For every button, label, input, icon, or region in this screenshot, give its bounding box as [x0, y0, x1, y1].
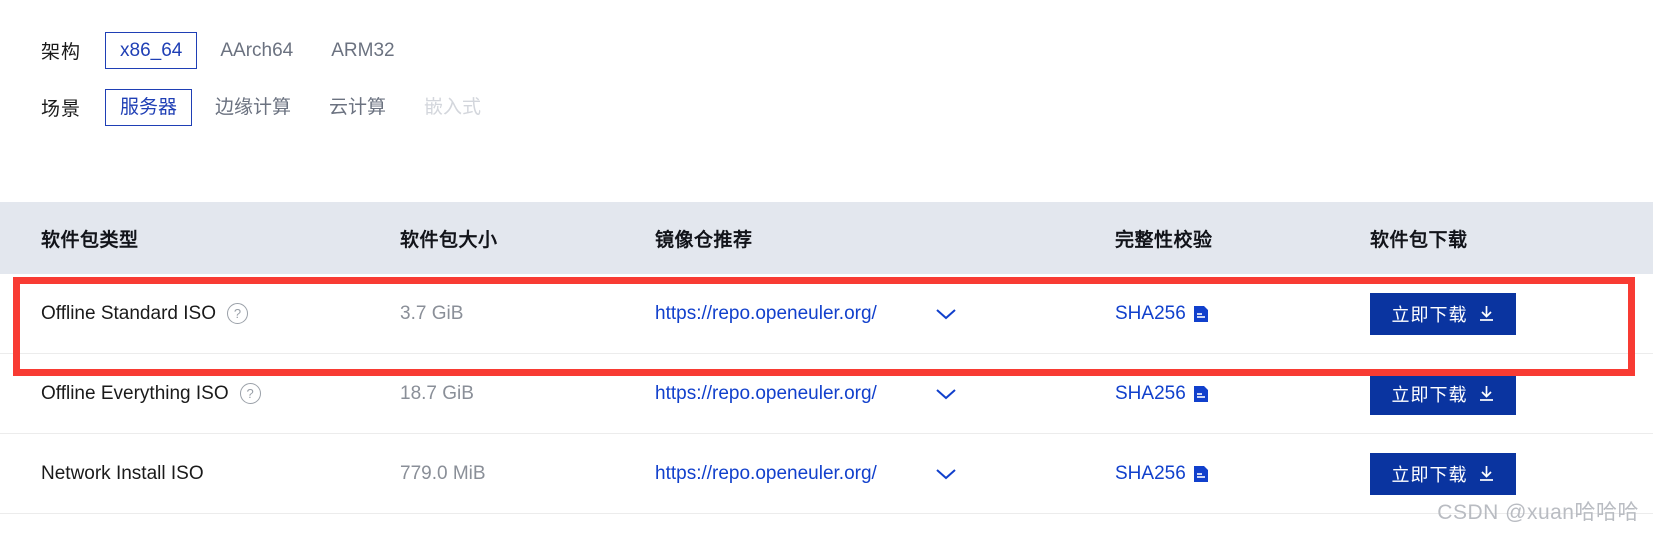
cell-package-size: 3.7 GiB: [400, 302, 464, 324]
column-header-package-size: 软件包大小: [400, 229, 498, 251]
cell-mirror-repo: https://repo.openeuler.org/: [655, 383, 1115, 405]
filter-option-server[interactable]: 服务器: [105, 88, 193, 127]
download-button-label: 立即下载: [1391, 304, 1468, 325]
chevron-down-icon[interactable]: [935, 307, 957, 321]
table-header-row: 软件包类型 软件包大小 镜像仓推荐 完整性校验 软件包下载: [0, 202, 1653, 274]
download-arrow-icon: [1478, 305, 1495, 322]
column-header-package-type: 软件包类型: [41, 229, 139, 251]
download-button-label: 立即下载: [1391, 384, 1468, 405]
cell-checksum: SHA256: [1115, 463, 1370, 485]
filter-option-aarch64[interactable]: AArch64: [205, 32, 308, 70]
mirror-repo-link[interactable]: https://repo.openeuler.org/: [655, 383, 877, 405]
package-type-label: Offline Standard ISO: [41, 302, 216, 324]
cell-package-size: 18.7 GiB: [400, 382, 474, 404]
filter-row-scenario: 场景 服务器 边缘计算 云计算 嵌入式: [0, 79, 1653, 136]
download-button[interactable]: 立即下载: [1370, 292, 1516, 335]
filter-option-x86-64[interactable]: x86_64: [105, 31, 198, 70]
cell-checksum: SHA256: [1115, 383, 1370, 405]
package-table: 软件包类型 软件包大小 镜像仓推荐 完整性校验 软件包下载 Offline St…: [0, 202, 1653, 514]
section-divider: [0, 176, 1653, 177]
cell-package-size: 779.0 MiB: [400, 462, 486, 484]
column-header-checksum: 完整性校验: [1115, 229, 1213, 251]
mirror-repo-link[interactable]: https://repo.openeuler.org/: [655, 303, 877, 325]
filter-row-architecture: 架构 x86_64 AArch64 ARM32: [0, 22, 1653, 79]
filter-options-scenario: 服务器 边缘计算 云计算 嵌入式: [105, 88, 504, 127]
cell-package-type: Offline Standard ISO ?: [0, 303, 400, 325]
filter-label-architecture: 架构: [41, 42, 82, 63]
table-row: Offline Everything ISO ? 18.7 GiB https:…: [0, 354, 1653, 434]
cell-mirror-repo: https://repo.openeuler.org/: [655, 463, 1115, 485]
mirror-repo-link[interactable]: https://repo.openeuler.org/: [655, 463, 877, 485]
filter-option-arm32[interactable]: ARM32: [316, 32, 409, 70]
cell-download: 立即下载: [1370, 292, 1653, 335]
filter-option-edge-computing[interactable]: 边缘计算: [200, 89, 306, 127]
filter-options-architecture: x86_64 AArch64 ARM32: [105, 31, 418, 70]
download-arrow-icon: [1478, 465, 1495, 482]
cell-package-type: Offline Everything ISO ?: [0, 383, 400, 405]
table-row: Offline Standard ISO ? 3.7 GiB https://r…: [0, 274, 1653, 354]
copy-icon[interactable]: [1193, 305, 1210, 323]
filter-option-cloud-computing[interactable]: 云计算: [314, 89, 401, 127]
copy-icon[interactable]: [1193, 385, 1210, 403]
column-header-mirror-repo: 镜像仓推荐: [655, 229, 753, 251]
download-button[interactable]: 立即下载: [1370, 372, 1516, 415]
cell-download: 立即下载: [1370, 372, 1653, 415]
cell-mirror-repo: https://repo.openeuler.org/: [655, 303, 1115, 325]
package-type-label: Network Install ISO: [41, 462, 204, 484]
filter-panel: 架构 x86_64 AArch64 ARM32 场景 服务器 边缘计算 云计算 …: [0, 0, 1653, 136]
checksum-link[interactable]: SHA256: [1115, 463, 1186, 485]
chevron-down-icon[interactable]: [935, 467, 957, 481]
copy-icon[interactable]: [1193, 465, 1210, 483]
help-icon[interactable]: ?: [226, 303, 248, 324]
help-icon[interactable]: ?: [239, 383, 261, 404]
filter-label-scenario: 场景: [41, 99, 82, 120]
filter-option-embedded: 嵌入式: [424, 96, 482, 118]
checksum-link[interactable]: SHA256: [1115, 383, 1186, 405]
package-type-label: Offline Everything ISO: [41, 382, 229, 404]
checksum-link[interactable]: SHA256: [1115, 303, 1186, 325]
cell-package-type: Network Install ISO: [0, 463, 400, 485]
cell-download: 立即下载: [1370, 452, 1653, 495]
download-button-label: 立即下载: [1391, 464, 1468, 485]
cell-checksum: SHA256: [1115, 303, 1370, 325]
watermark: CSDN @xuan哈哈哈: [1437, 501, 1639, 524]
download-button[interactable]: 立即下载: [1370, 452, 1516, 495]
download-arrow-icon: [1478, 385, 1495, 402]
column-header-download: 软件包下载: [1370, 229, 1468, 251]
table-row: Network Install ISO 779.0 MiB https://re…: [0, 434, 1653, 514]
chevron-down-icon[interactable]: [935, 387, 957, 401]
